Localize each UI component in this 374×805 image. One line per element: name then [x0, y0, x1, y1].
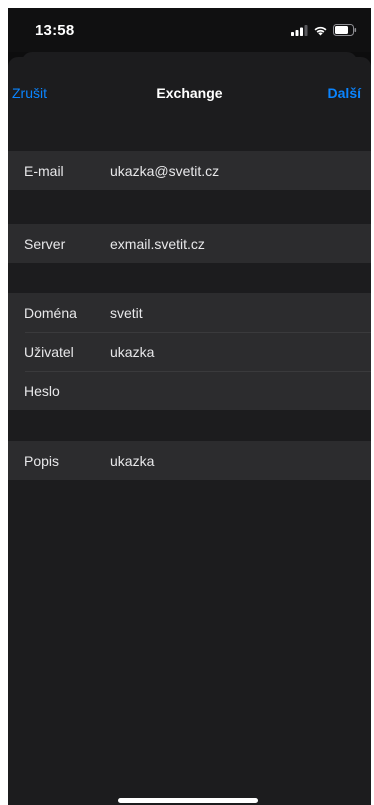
email-group: E-mail [8, 151, 371, 190]
domain-label: Doména [24, 304, 77, 321]
user-field[interactable] [110, 332, 361, 371]
home-indicator[interactable] [118, 798, 258, 803]
description-field[interactable] [110, 441, 361, 480]
credentials-group: Doména Uživatel Heslo [8, 293, 371, 410]
page-title: Exchange [156, 85, 223, 101]
battery-icon [333, 24, 357, 36]
password-row[interactable]: Heslo [8, 371, 371, 410]
status-time: 13:58 [35, 22, 75, 39]
description-row[interactable]: Popis [8, 441, 371, 480]
domain-field[interactable] [110, 293, 361, 332]
user-row[interactable]: Uživatel [8, 332, 371, 371]
server-group: Server [8, 224, 371, 263]
cellular-signal-icon [291, 24, 308, 36]
user-label: Uživatel [24, 343, 74, 360]
server-field[interactable] [110, 224, 361, 263]
domain-row[interactable]: Doména [8, 293, 371, 332]
password-field[interactable] [110, 371, 361, 410]
status-bar: 13:58 [8, 8, 371, 52]
email-row[interactable]: E-mail [8, 151, 371, 190]
phone-screen: 13:58 Zrušit Exchange Další E-mail ukazk… [8, 8, 371, 805]
password-label: Heslo [24, 382, 60, 399]
email-label: E-mail [24, 162, 64, 179]
navigation-bar: Zrušit Exchange Další [8, 57, 371, 117]
server-row[interactable]: Server [8, 224, 371, 263]
wifi-icon [313, 25, 328, 36]
email-field[interactable] [110, 151, 361, 190]
server-label: Server [24, 235, 66, 252]
next-button[interactable]: Další [328, 85, 361, 101]
exchange-account-sheet: Zrušit Exchange Další E-mail Server Domé… [8, 57, 371, 805]
description-group: Popis [8, 441, 371, 480]
description-label: Popis [24, 452, 60, 469]
status-icons [291, 23, 357, 37]
